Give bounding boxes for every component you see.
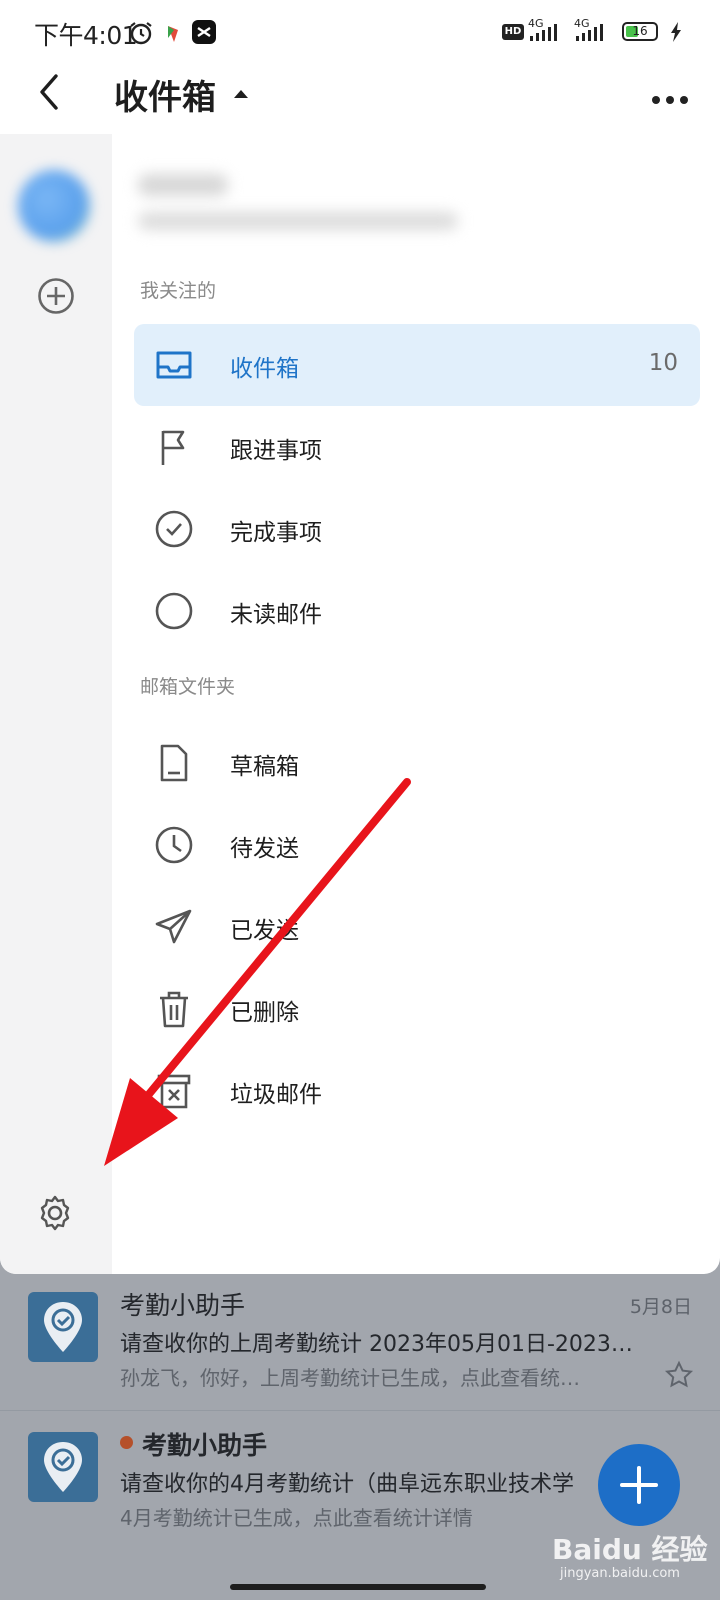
email-sender: 考勤小助手	[142, 1431, 268, 1460]
more-icon-dot	[666, 96, 674, 104]
charging-icon	[670, 22, 682, 42]
status-time: 下午4:01	[34, 21, 138, 50]
account-email-blurred	[138, 212, 458, 230]
mailbox-drawer: 我关注的 收件箱 10 跟进事项 完成事项 未读邮件 邮箱文件夹 草稿箱 待发送…	[0, 134, 720, 1274]
folder-item-done[interactable]: 完成事项	[134, 488, 700, 570]
star-icon[interactable]	[664, 1360, 694, 1390]
settings-button[interactable]	[36, 1194, 74, 1232]
capcut-icon	[192, 20, 216, 44]
battery-level: 16	[632, 24, 648, 38]
hd-icon: HD	[502, 24, 524, 40]
trash-icon	[154, 989, 194, 1029]
signal-icon-2	[574, 24, 604, 42]
app-notification-icon	[164, 22, 182, 44]
inbox-icon	[154, 345, 194, 385]
folder-item-drafts[interactable]: 草稿箱	[134, 722, 700, 804]
clock-icon	[154, 825, 194, 865]
battery-icon: 16	[622, 22, 658, 41]
folder-label: 未读邮件	[230, 602, 322, 628]
back-button[interactable]	[36, 72, 62, 112]
folder-label: 完成事项	[230, 520, 322, 546]
circle-icon	[154, 591, 194, 631]
more-icon-dot	[680, 96, 688, 104]
section-folders: 邮箱文件夹	[140, 676, 236, 698]
folder-item-follow-up[interactable]: 跟进事项	[134, 406, 700, 488]
email-subject: 请查收你的4月考勤统计（曲阜远东职业技术学	[120, 1472, 574, 1497]
signal-icon	[528, 24, 558, 42]
email-subject: 请查收你的上周考勤统计 2023年05月01日-2023…	[120, 1332, 633, 1357]
watermark-brand: Baidu 经验	[552, 1533, 708, 1566]
folder-item-spam[interactable]: 垃圾邮件	[134, 1050, 700, 1132]
folder-label: 跟进事项	[230, 438, 322, 464]
settings-icon	[40, 1195, 70, 1231]
folder-label: 垃圾邮件	[230, 1082, 322, 1108]
spam-icon	[154, 1071, 194, 1111]
avatar[interactable]	[18, 170, 90, 242]
send-icon	[154, 907, 194, 947]
folder-item-inbox[interactable]: 收件箱 10	[134, 324, 700, 406]
folder-item-sent[interactable]: 已发送	[134, 886, 700, 968]
folder-label: 已删除	[230, 1000, 299, 1026]
email-preview: 孙龙飞，你好，上周考勤统计已生成，点此查看统…	[120, 1366, 580, 1390]
home-indicator[interactable]	[230, 1584, 486, 1590]
more-icon	[652, 96, 660, 104]
folder-label: 待发送	[230, 836, 299, 862]
caret-up-icon[interactable]	[234, 90, 248, 98]
email-preview: 4月考勤统计已生成，点此查看统计详情	[120, 1506, 473, 1530]
folder-label: 已发送	[230, 918, 299, 944]
add-account-button[interactable]	[37, 277, 75, 315]
divider	[0, 1410, 720, 1411]
folder-label: 草稿箱	[230, 754, 299, 780]
page-title[interactable]: 收件箱	[114, 70, 216, 119]
folder-item-unread[interactable]: 未读邮件	[134, 570, 700, 652]
folder-item-outbox[interactable]: 待发送	[134, 804, 700, 886]
watermark-url: jingyan.baidu.com	[560, 1566, 680, 1581]
back-arrow-icon	[40, 74, 58, 110]
email-date: 5月8日	[629, 1296, 692, 1318]
compose-fab-button[interactable]	[598, 1444, 680, 1526]
top-bar: 下午4:01 HD 4G 4G 16 收件箱	[0, 0, 720, 135]
section-followed: 我关注的	[140, 280, 217, 302]
folder-label: 收件箱	[230, 356, 299, 382]
unread-dot	[120, 1436, 133, 1449]
more-button[interactable]	[652, 89, 694, 108]
attendance-app-icon	[28, 1292, 98, 1362]
draft-icon	[154, 743, 194, 783]
unread-count: 10	[648, 350, 678, 376]
check-circle-icon	[154, 509, 194, 549]
add-account-icon	[38, 278, 74, 314]
email-row[interactable]: 考勤小助手 5月8日 请查收你的上周考勤统计 2023年05月01日-2023……	[0, 1272, 720, 1412]
folder-item-deleted[interactable]: 已删除	[134, 968, 700, 1050]
alarm-icon	[128, 20, 154, 46]
flag-icon	[154, 427, 194, 467]
account-name-blurred	[138, 174, 228, 196]
email-sender: 考勤小助手	[120, 1291, 246, 1320]
attendance-app-icon	[28, 1432, 98, 1502]
